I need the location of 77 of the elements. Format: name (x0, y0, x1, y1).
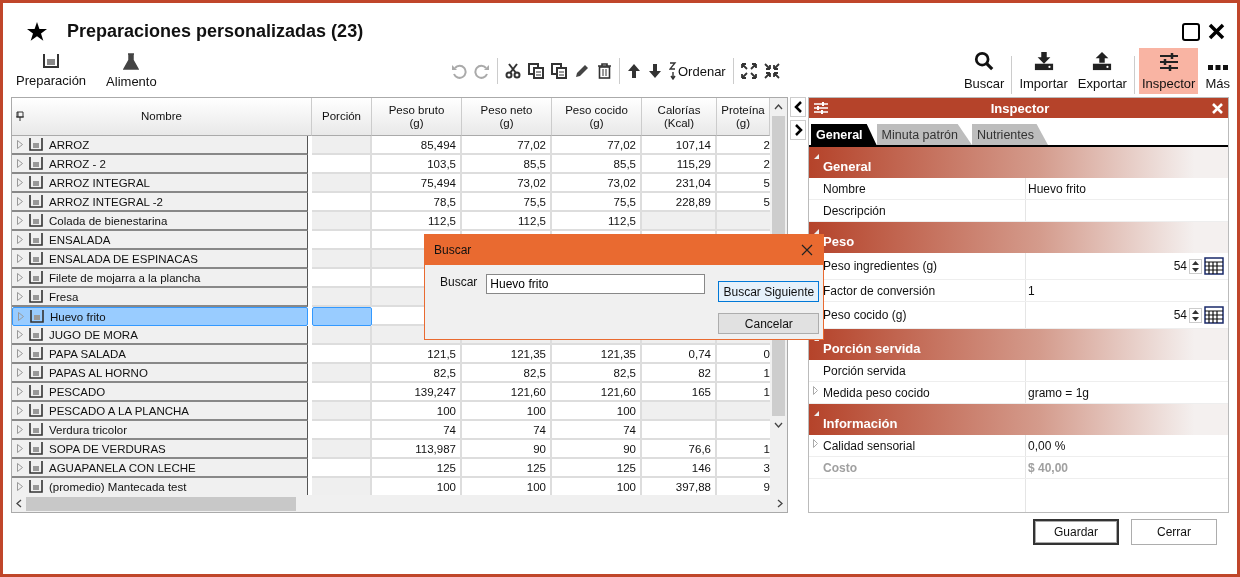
table-cell: 85,5 (462, 155, 552, 174)
row-name: PESCADO (49, 385, 106, 398)
row-name: SOPA DE VERDURAS (49, 442, 166, 455)
row-name: Huevo frito (50, 310, 106, 323)
table-cell: 75,494 (372, 174, 462, 193)
table-cell: 112,5 (372, 212, 462, 231)
property-label: Peso cocido (g) (823, 308, 907, 322)
property-label: Nombre (823, 181, 866, 196)
table-cell: 82,5 (552, 364, 642, 383)
category-title: General (823, 159, 872, 174)
row-name: JUGO DE MORA (49, 328, 138, 341)
property-label: Descripción (823, 203, 886, 218)
row-name: ENSALADA DE ESPINACAS (49, 252, 198, 265)
table-cell: 82,5 (462, 364, 552, 383)
property-label: Medida peso cocido (823, 385, 930, 400)
table-cell: 85,494 (372, 136, 462, 155)
table-cell: 73,02 (462, 174, 552, 193)
table-cell: 121,60 (552, 383, 642, 402)
row-name: ARROZ INTEGRAL (49, 176, 150, 189)
row-name: Filete de mojarra a la plancha (49, 271, 201, 284)
category-title: Porción servida (823, 341, 921, 356)
table-cell: 103,5 (372, 155, 462, 174)
table-cell: 74 (462, 421, 552, 440)
row-name: ARROZ INTEGRAL -2 (49, 195, 163, 208)
row-name: ARROZ (49, 138, 90, 151)
table-cell: 113,987 (372, 440, 462, 459)
property-label: Peso ingredientes (g) (823, 259, 938, 273)
table-cell: 121,35 (462, 345, 552, 364)
table-cell: 77,02 (462, 136, 552, 155)
table-cell: 82 (642, 364, 717, 383)
table-cell: 107,14 (642, 136, 717, 155)
property-label: Costo (823, 460, 857, 475)
dialog-title: Buscar (434, 243, 472, 257)
table-cell: 146 (642, 459, 717, 478)
table-cell: 125 (552, 459, 642, 478)
table-cell: 231,04 (642, 174, 717, 193)
table-cell: 78,5 (372, 193, 462, 212)
table-cell: 112,5 (462, 212, 552, 231)
row-name: PESCADO A LA PLANCHA (49, 404, 189, 417)
table-cell: 121,60 (462, 383, 552, 402)
table-cell: 82,5 (372, 364, 462, 383)
table-cell: 0,74 (642, 345, 717, 364)
window-title: Preparaciones personalizadas (23) (67, 21, 364, 42)
table-cell: 90 (462, 440, 552, 459)
table-cell: 100 (372, 402, 462, 421)
row-name: Fresa (49, 290, 79, 303)
table-cell: 74 (552, 421, 642, 440)
row-name: AGUAPANELA CON LECHE (49, 461, 196, 474)
table-cell: 85,5 (552, 155, 642, 174)
row-name: PAPA SALADA (49, 347, 126, 360)
table-cell: 139,247 (372, 383, 462, 402)
row-name: Verdura tricolor (49, 423, 127, 436)
row-name: ARROZ - 2 (49, 157, 106, 170)
category-title: Peso (823, 234, 855, 249)
table-cell: 121,5 (372, 345, 462, 364)
row-name: Colada de bienestarina (49, 214, 168, 227)
category-title: Información (823, 416, 898, 431)
search-label: Buscar (440, 275, 478, 291)
property-label: Calidad sensorial (823, 438, 916, 453)
table-cell: 75,5 (552, 193, 642, 212)
table-cell: 73,02 (552, 174, 642, 193)
table-cell: 125 (462, 459, 552, 478)
table-cell: 115,29 (642, 155, 717, 174)
table-cell: 74 (372, 421, 462, 440)
row-name: (promedio) Mantecada test (49, 480, 187, 493)
inspector-title: Inspector (989, 100, 1051, 116)
row-name: ENSALADA (49, 233, 111, 246)
property-label: Factor de conversión (823, 283, 936, 298)
table-cell: 100 (462, 402, 552, 421)
table-cell: 125 (372, 459, 462, 478)
table-cell: 90 (552, 440, 642, 459)
property-label: Porción servida (823, 363, 906, 378)
row-name: PAPAS AL HORNO (49, 366, 148, 379)
table-cell: 121,35 (552, 345, 642, 364)
table-cell: 76,6 (642, 440, 717, 459)
table-cell: 75,5 (462, 193, 552, 212)
table-cell: 77,02 (552, 136, 642, 155)
